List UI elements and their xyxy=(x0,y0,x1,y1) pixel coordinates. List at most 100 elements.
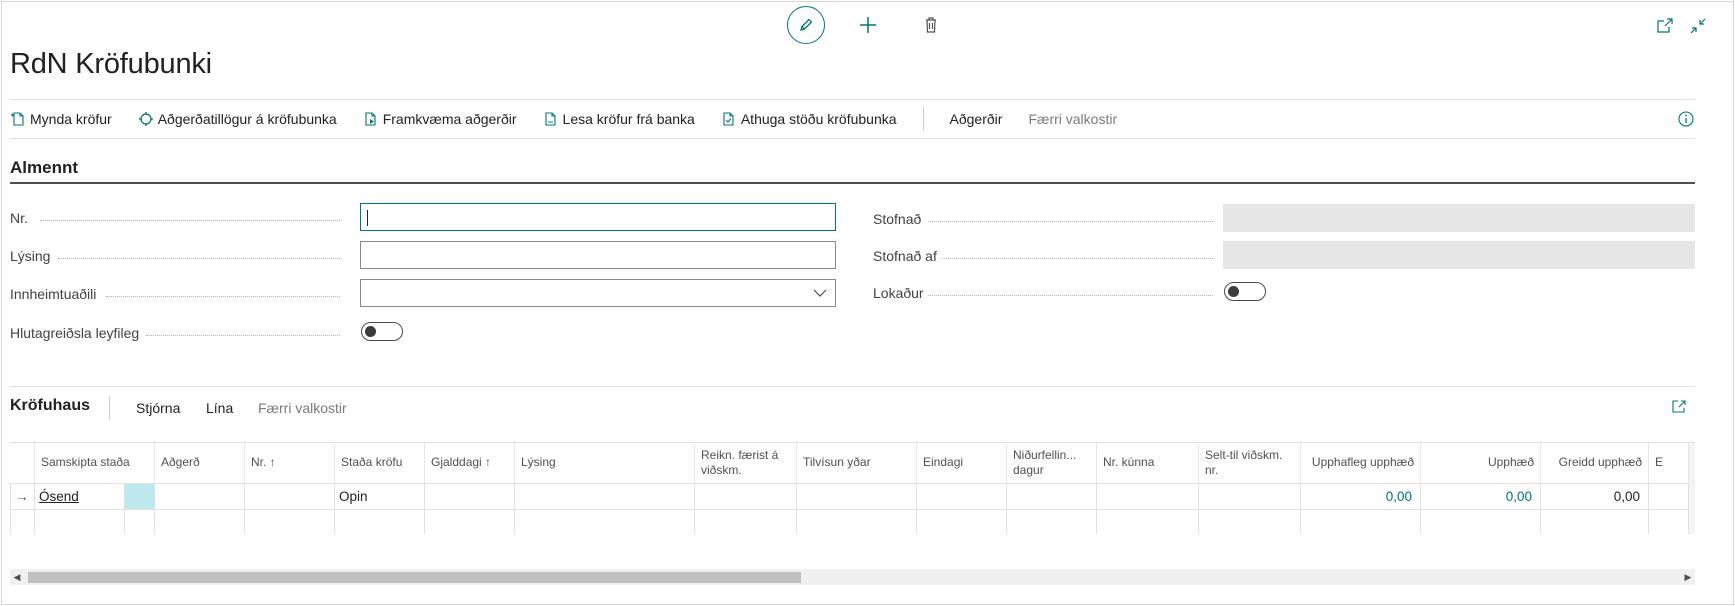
field-label-closed: Lokaður xyxy=(873,285,924,301)
action-label: Framkvæma aðgerðir xyxy=(382,111,517,127)
action-check-status[interactable]: Athuga stöðu kröfubunka xyxy=(721,111,897,127)
action-execute[interactable]: Framkvæma aðgerðir xyxy=(363,111,517,127)
empty-cell[interactable] xyxy=(1006,508,1097,534)
bill-to-cell[interactable] xyxy=(694,482,797,510)
field-label-no: Nr. xyxy=(10,210,28,226)
table-row[interactable] xyxy=(10,508,1689,534)
empty-cell[interactable] xyxy=(154,508,245,534)
subpage-action-manage[interactable]: Stjórna xyxy=(136,400,180,416)
status-cell[interactable]: Ósend xyxy=(34,482,125,510)
cancel-date-cell[interactable] xyxy=(1006,482,1097,510)
info-button[interactable] xyxy=(1677,110,1695,128)
status-link[interactable]: Ósend xyxy=(39,489,79,504)
customer-no-cell[interactable] xyxy=(1096,482,1199,510)
grid-header[interactable]: Upphæð xyxy=(1420,443,1541,483)
section-title-general: Almennt xyxy=(10,158,78,177)
scrollbar-thumb[interactable] xyxy=(28,572,801,583)
suggest-icon xyxy=(138,112,153,126)
claim-status-cell[interactable]: Opin xyxy=(334,482,425,510)
row-marker xyxy=(10,508,35,534)
action-cell[interactable] xyxy=(154,482,245,510)
field-leader xyxy=(928,295,1213,296)
empty-cell[interactable] xyxy=(424,508,515,534)
created-field xyxy=(1223,204,1695,232)
empty-cell[interactable] xyxy=(1096,508,1199,534)
collapse-icon xyxy=(1690,18,1706,34)
empty-cell[interactable] xyxy=(796,508,917,534)
grid-header[interactable]: Eindagi xyxy=(916,443,1007,483)
subpage-expand-button[interactable] xyxy=(1670,398,1688,416)
grid-header[interactable]: Nr. kúnna xyxy=(1096,443,1199,483)
field-label-description: Lýsing xyxy=(10,248,51,264)
fewer-options-button[interactable]: Færri valkostir xyxy=(1028,111,1117,127)
scroll-left-icon[interactable]: ◀ xyxy=(10,569,24,585)
grid-header[interactable]: Nr. ↑ xyxy=(244,443,335,483)
empty-cell[interactable] xyxy=(124,508,155,534)
final-due-cell[interactable] xyxy=(916,482,1007,510)
due-date-cell[interactable] xyxy=(424,482,515,510)
edit-button[interactable] xyxy=(787,6,825,44)
partial-payment-toggle[interactable] xyxy=(361,322,403,341)
table-row[interactable]: → Ósend Opin 0,00 0,00 0,00 xyxy=(10,482,1689,510)
no-input[interactable] xyxy=(360,203,836,231)
empty-cell[interactable] xyxy=(1420,508,1541,534)
edit-icon xyxy=(800,18,813,31)
delete-button[interactable] xyxy=(920,14,942,36)
grid-header[interactable]: Upphafleg upphæð xyxy=(1300,443,1421,483)
grid-header[interactable]: Samskipta staða xyxy=(34,443,155,483)
closed-toggle[interactable] xyxy=(1224,282,1266,301)
subpage-fewer-options[interactable]: Færri valkostir xyxy=(258,400,347,416)
check-doc-icon xyxy=(723,112,734,126)
collapse-button[interactable] xyxy=(1688,16,1708,36)
empty-cell[interactable] xyxy=(1540,508,1649,534)
empty-cell[interactable] xyxy=(1648,508,1689,534)
new-button[interactable] xyxy=(857,14,879,36)
page-title: RdN Kröfubunki xyxy=(10,48,212,80)
original-amount-cell[interactable]: 0,00 xyxy=(1300,482,1421,510)
empty-cell[interactable] xyxy=(334,508,425,534)
actions-menu[interactable]: Aðgerðir xyxy=(950,111,1003,127)
empty-cell[interactable] xyxy=(916,508,1007,534)
grid-header[interactable]: E xyxy=(1648,443,1689,483)
your-reference-cell[interactable] xyxy=(796,482,917,510)
paid-amount-cell[interactable]: 0,00 xyxy=(1540,482,1649,510)
action-read-from-bank[interactable]: Lesa kröfur frá banka xyxy=(543,111,695,127)
empty-cell[interactable] xyxy=(1198,508,1301,534)
info-icon xyxy=(1678,111,1694,127)
popout-button[interactable] xyxy=(1655,16,1675,36)
grid-header[interactable]: Reikn. færist á viðskm. xyxy=(694,443,797,483)
expand-icon xyxy=(1672,400,1686,413)
empty-cell[interactable] xyxy=(244,508,335,534)
action-suggestions[interactable]: Aðgerðatillögur á kröfubunka xyxy=(138,111,337,127)
grid-header[interactable]: Tilvísun yðar xyxy=(796,443,917,483)
created-by-field xyxy=(1223,241,1695,269)
sell-to-cell[interactable] xyxy=(1198,482,1301,510)
subpage-action-line[interactable]: Lína xyxy=(206,400,233,416)
empty-cell[interactable] xyxy=(34,508,125,534)
grid-header[interactable]: Greidd upphæð xyxy=(1540,443,1649,483)
horizontal-scrollbar[interactable]: ◀ ▶ xyxy=(10,569,1695,585)
grid-header[interactable]: Niðurfellin... dagur xyxy=(1006,443,1097,483)
grid-header[interactable]: Gjalddagi ↑ xyxy=(424,443,515,483)
selected-cell[interactable] xyxy=(124,482,155,510)
description-input[interactable] xyxy=(360,241,836,269)
lines-grid: Samskipta staða Aðgerð Nr. ↑ Staða kröfu… xyxy=(10,442,1695,534)
grid-header[interactable]: Aðgerð xyxy=(154,443,245,483)
scroll-right-icon[interactable]: ▶ xyxy=(1681,569,1695,585)
grid-header[interactable]: Staða kröfu xyxy=(334,443,425,483)
description-cell[interactable] xyxy=(514,482,695,510)
empty-cell[interactable] xyxy=(694,508,797,534)
grid-header[interactable]: Lýsing xyxy=(514,443,695,483)
extra-cell[interactable] xyxy=(1648,482,1689,510)
empty-cell[interactable] xyxy=(514,508,695,534)
field-leader xyxy=(942,258,1213,259)
grid-header[interactable]: Selt-til viðskm. nr. xyxy=(1198,443,1301,483)
execute-icon xyxy=(365,112,376,126)
amount-cell[interactable]: 0,00 xyxy=(1420,482,1541,510)
field-label-collector: Innheimtuaðili xyxy=(10,286,97,302)
collector-select[interactable] xyxy=(360,279,836,307)
action-create-claims[interactable]: Mynda kröfur xyxy=(10,111,112,127)
action-label: Mynda kröfur xyxy=(30,111,112,127)
no-cell[interactable] xyxy=(244,482,335,510)
empty-cell[interactable] xyxy=(1300,508,1421,534)
